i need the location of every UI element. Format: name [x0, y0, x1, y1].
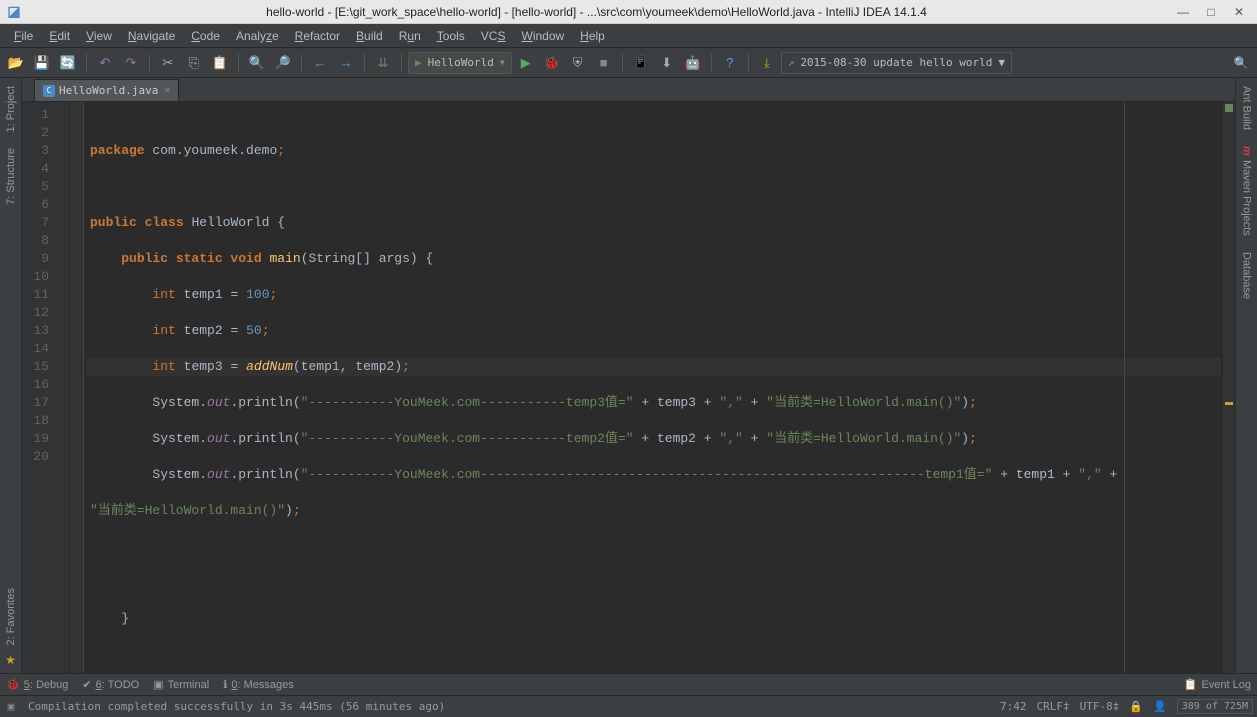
presentation-icon[interactable]: ▣: [4, 700, 18, 714]
bottom-toolbar: 🐞5: Debug ✔6: TODO ▣Terminal ℹ0: Message…: [0, 673, 1257, 695]
statusbar: ▣ Compilation completed successfully in …: [0, 695, 1257, 717]
favorites-star-icon: ★: [5, 653, 16, 673]
android-icon[interactable]: 🤖: [681, 51, 705, 75]
tool-todo[interactable]: ✔6: TODO: [82, 678, 139, 691]
vcs-branch-selector[interactable]: ↗ 2015-08-30 update hello world ▼: [781, 52, 1012, 74]
menu-navigate[interactable]: Navigate: [120, 26, 183, 46]
lock-icon[interactable]: 🔒: [1129, 700, 1143, 713]
menu-analyze[interactable]: Analyze: [228, 26, 287, 46]
tool-structure[interactable]: 7: Structure: [3, 140, 19, 213]
make-icon[interactable]: ⇊: [371, 51, 395, 75]
memory-indicator[interactable]: 389 of 725M: [1177, 699, 1253, 714]
tool-favorites[interactable]: 2: Favorites: [3, 580, 19, 653]
cut-icon[interactable]: ✂: [156, 51, 180, 75]
forward-icon[interactable]: →: [334, 51, 358, 75]
tab-label: HelloWorld.java: [59, 84, 158, 97]
minimize-button[interactable]: —: [1169, 2, 1197, 22]
toolbar: 📂 💾 🔄 ↶ ↷ ✂ ⎘ 📋 🔍 🔎 ← → ⇊ ▶ HelloWorld ▼…: [0, 48, 1257, 78]
code-editor[interactable]: 1 2 3 4 5 6 7 8 9 10 11 12 13 14 15 16 1…: [22, 102, 1235, 673]
window-controls: — □ ✕: [1169, 2, 1253, 22]
run-config-selector[interactable]: ▶ HelloWorld ▼: [408, 52, 512, 74]
find-icon[interactable]: 🔍: [245, 51, 269, 75]
app-logo-icon: ◪: [4, 2, 24, 22]
replace-icon[interactable]: 🔎: [271, 51, 295, 75]
tool-ant[interactable]: Ant Build: [1239, 78, 1255, 138]
editor-tabs: C HelloWorld.java ✕: [22, 78, 1235, 102]
help-icon[interactable]: ?: [718, 51, 742, 75]
coverage-icon[interactable]: ⛨: [566, 51, 590, 75]
stop-icon[interactable]: ■: [592, 51, 616, 75]
copy-icon[interactable]: ⎘: [182, 51, 206, 75]
left-tool-gutter: 1: Project 7: Structure 2: Favorites ★: [0, 78, 22, 673]
paste-icon[interactable]: 📋: [208, 51, 232, 75]
code-area[interactable]: package com.youmeek.demo; public class H…: [84, 102, 1223, 673]
maximize-button[interactable]: □: [1197, 2, 1225, 22]
tab-close-icon[interactable]: ✕: [164, 85, 170, 96]
run-config-label: HelloWorld: [428, 56, 494, 69]
menu-refactor[interactable]: Refactor: [287, 26, 348, 46]
tool-project[interactable]: 1: Project: [3, 78, 19, 140]
tool-eventlog[interactable]: 📋Event Log: [1184, 678, 1251, 691]
vcs-branch-label: 2015-08-30 update hello world: [800, 56, 992, 69]
open-icon[interactable]: 📂: [4, 51, 28, 75]
warning-marker[interactable]: [1225, 402, 1233, 405]
error-stripe[interactable]: [1223, 102, 1235, 673]
save-all-icon[interactable]: 💾: [30, 51, 54, 75]
line-separator[interactable]: CRLF‡: [1036, 700, 1069, 713]
tool-messages[interactable]: ℹ0: Messages: [223, 678, 294, 691]
search-everywhere-icon[interactable]: 🔍: [1229, 51, 1253, 75]
inspection-ok-icon: [1225, 104, 1233, 112]
tool-debug[interactable]: 🐞5: Debug: [6, 678, 68, 691]
menu-code[interactable]: Code: [183, 26, 228, 46]
menu-vcs[interactable]: VCS: [473, 26, 514, 46]
line-number-gutter: 1 2 3 4 5 6 7 8 9 10 11 12 13 14 15 16 1…: [22, 102, 70, 673]
menu-file[interactable]: File: [6, 26, 41, 46]
right-tool-gutter: Ant Build mMaven Projects Database: [1235, 78, 1257, 673]
inspection-icon[interactable]: 👤: [1153, 700, 1167, 713]
close-button[interactable]: ✕: [1225, 2, 1253, 22]
fold-gutter: [70, 102, 84, 673]
menu-edit[interactable]: Edit: [41, 26, 78, 46]
redo-icon[interactable]: ↷: [119, 51, 143, 75]
right-margin-guide: [1124, 102, 1125, 673]
menu-view[interactable]: View: [78, 26, 120, 46]
sdk-icon[interactable]: ⬇: [655, 51, 679, 75]
tool-terminal[interactable]: ▣Terminal: [153, 678, 209, 691]
debug-icon[interactable]: 🐞: [540, 51, 564, 75]
file-encoding[interactable]: UTF-8‡: [1080, 700, 1120, 713]
tool-database[interactable]: Database: [1239, 244, 1255, 307]
tool-maven[interactable]: mMaven Projects: [1239, 138, 1255, 244]
main-area: 1: Project 7: Structure 2: Favorites ★ C…: [0, 78, 1257, 673]
cursor-position[interactable]: 7:42: [1000, 700, 1027, 713]
java-class-icon: C: [43, 85, 55, 97]
status-message: Compilation completed successfully in 3s…: [28, 700, 445, 713]
undo-icon[interactable]: ↶: [93, 51, 117, 75]
back-icon[interactable]: ←: [308, 51, 332, 75]
menu-tools[interactable]: Tools: [429, 26, 473, 46]
menu-run[interactable]: Run: [391, 26, 429, 46]
run-icon[interactable]: ▶: [514, 51, 538, 75]
editor-tab-helloworld[interactable]: C HelloWorld.java ✕: [34, 79, 179, 101]
menubar: File Edit View Navigate Code Analyze Ref…: [0, 24, 1257, 48]
menu-help[interactable]: Help: [572, 26, 613, 46]
titlebar: ◪ hello-world - [E:\git_work_space\hello…: [0, 0, 1257, 24]
avd-icon[interactable]: 📱: [629, 51, 653, 75]
editor-region: C HelloWorld.java ✕ 1 2 3 4 5 6 7 8 9 10…: [22, 78, 1235, 673]
window-title: hello-world - [E:\git_work_space\hello-w…: [24, 5, 1169, 19]
vcs-update-icon[interactable]: ⤓: [755, 51, 779, 75]
menu-window[interactable]: Window: [513, 26, 572, 46]
menu-build[interactable]: Build: [348, 26, 391, 46]
sync-icon[interactable]: 🔄: [56, 51, 80, 75]
